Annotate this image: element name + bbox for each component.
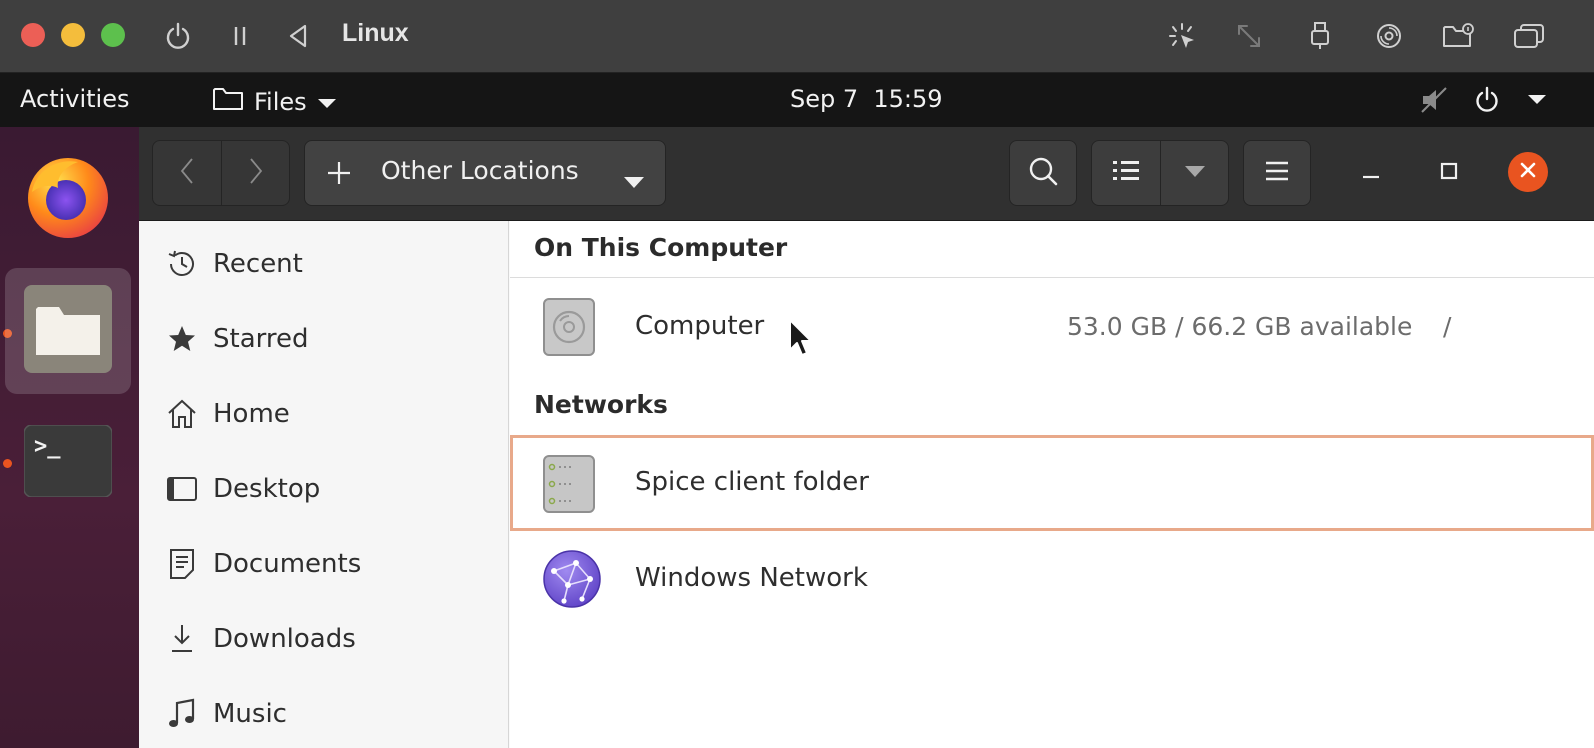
dock: >_ — [0, 127, 139, 748]
forward-icon — [248, 156, 264, 190]
forward-button[interactable] — [221, 141, 289, 205]
maximize-button[interactable] — [1429, 153, 1469, 193]
activities-button[interactable]: Activities — [20, 85, 130, 113]
location-name: Computer — [635, 311, 765, 341]
back-button[interactable] — [153, 141, 221, 205]
location-row-windows-network[interactable]: Windows Network — [510, 533, 1594, 629]
header-bar: Other Locations — [139, 127, 1594, 221]
window-overlap-icon[interactable] — [1511, 18, 1547, 54]
main-menu-button[interactable] — [1243, 140, 1311, 206]
mount-point: / — [1443, 312, 1452, 341]
close-button[interactable] — [1508, 152, 1548, 192]
view-options — [1091, 140, 1229, 206]
dock-item-files[interactable] — [5, 268, 131, 394]
sidebar-item-home[interactable]: Home — [139, 382, 508, 446]
chevron-down-icon — [1184, 164, 1206, 183]
vm-title-bar: Linux — [0, 0, 1594, 73]
terminal-icon: >_ — [23, 424, 113, 501]
gnome-top-bar: Activities Files Sep 7 15:59 — [0, 73, 1594, 127]
divider — [510, 277, 1594, 278]
location-row-spice-client-folder[interactable]: Spice client folder — [510, 435, 1594, 531]
sidebar-item-label: Home — [213, 399, 290, 429]
firefox-icon — [22, 148, 114, 244]
app-menu-files[interactable]: Files — [212, 85, 337, 119]
list-view-icon — [1112, 159, 1140, 187]
resize-icon[interactable] — [1231, 18, 1267, 54]
speaker-muted-icon[interactable] — [1418, 83, 1452, 117]
sidebar-item-label: Downloads — [213, 624, 356, 654]
home-icon — [165, 397, 199, 431]
sidebar-item-label: Recent — [213, 249, 303, 279]
minimize-icon — [1359, 159, 1383, 187]
location-name: Windows Network — [635, 563, 868, 593]
desktop-icon — [165, 472, 199, 506]
vm-title: Linux — [342, 19, 409, 47]
clock-icon — [165, 247, 199, 281]
other-locations-view: On This Computer Computer 53.0 GB / 66.2… — [510, 221, 1594, 748]
window-close-traffic-light[interactable] — [21, 23, 45, 47]
view-options-dropdown[interactable] — [1160, 141, 1228, 205]
available-space: 53.0 GB / 66.2 GB available — [1067, 312, 1413, 341]
cursor-capture-icon[interactable] — [1164, 18, 1200, 54]
network-globe-icon — [542, 549, 602, 609]
list-view-button[interactable] — [1092, 141, 1160, 205]
location-label: Other Locations — [381, 156, 579, 185]
star-icon — [165, 322, 199, 356]
pause-icon[interactable] — [222, 18, 258, 54]
power-icon[interactable] — [1470, 83, 1504, 117]
sidebar-item-desktop[interactable]: Desktop — [139, 457, 508, 521]
chevron-down-icon — [317, 88, 337, 116]
sidebar-item-label: Desktop — [213, 474, 321, 504]
back-triangle-icon[interactable] — [280, 18, 316, 54]
navigation-buttons — [152, 140, 290, 206]
close-icon — [1518, 160, 1538, 184]
hard-drive-icon — [542, 297, 596, 357]
chevron-down-icon[interactable] — [1520, 83, 1554, 117]
chevron-down-icon[interactable] — [623, 167, 645, 196]
network-server-icon — [542, 454, 596, 514]
section-header-networks: Networks — [534, 390, 668, 419]
mouse-cursor-icon — [788, 318, 814, 362]
sidebar-item-starred[interactable]: Starred — [139, 307, 508, 371]
location-row-computer[interactable]: Computer 53.0 GB / 66.2 GB available / — [510, 279, 1594, 375]
sidebar-item-music[interactable]: Music — [139, 682, 508, 746]
sidebar-item-label: Music — [213, 699, 287, 729]
sidebar-item-label: Starred — [213, 324, 309, 354]
disc-icon[interactable] — [1371, 18, 1407, 54]
download-icon — [165, 622, 199, 656]
window-zoom-traffic-light[interactable] — [101, 23, 125, 47]
sidebar-item-downloads[interactable]: Downloads — [139, 607, 508, 671]
folder-icon — [212, 85, 244, 119]
dock-item-firefox[interactable] — [5, 133, 131, 259]
maximize-icon — [1437, 159, 1461, 187]
clock[interactable]: Sep 7 15:59 — [790, 85, 943, 113]
sidebar-item-label: Documents — [213, 549, 362, 579]
sidebar-item-recent[interactable]: Recent — [139, 232, 508, 296]
plus-icon — [323, 157, 355, 195]
location-path-bar[interactable]: Other Locations — [304, 140, 666, 206]
folder-icon — [24, 285, 112, 377]
dock-item-terminal[interactable]: >_ — [5, 400, 131, 526]
window-minimize-traffic-light[interactable] — [61, 23, 85, 47]
usb-icon[interactable] — [1302, 18, 1338, 54]
minimize-button[interactable] — [1351, 153, 1391, 193]
sidebar-item-documents[interactable]: Documents — [139, 532, 508, 596]
app-menu-label: Files — [254, 88, 307, 116]
svg-text:>_: >_ — [34, 434, 61, 459]
files-window: Other Locations Recent Starred Home Desk… — [139, 127, 1594, 748]
hamburger-menu-icon — [1263, 159, 1291, 187]
places-sidebar: Recent Starred Home Desktop Documents Do… — [139, 221, 509, 748]
shared-folder-icon[interactable] — [1440, 18, 1476, 54]
document-icon — [165, 547, 199, 581]
music-icon — [165, 697, 199, 731]
search-button[interactable] — [1009, 140, 1077, 206]
back-icon — [179, 156, 195, 190]
search-icon — [1027, 155, 1059, 191]
power-icon[interactable] — [160, 18, 196, 54]
section-header-on-this-computer: On This Computer — [534, 233, 788, 262]
location-name: Spice client folder — [635, 467, 869, 497]
